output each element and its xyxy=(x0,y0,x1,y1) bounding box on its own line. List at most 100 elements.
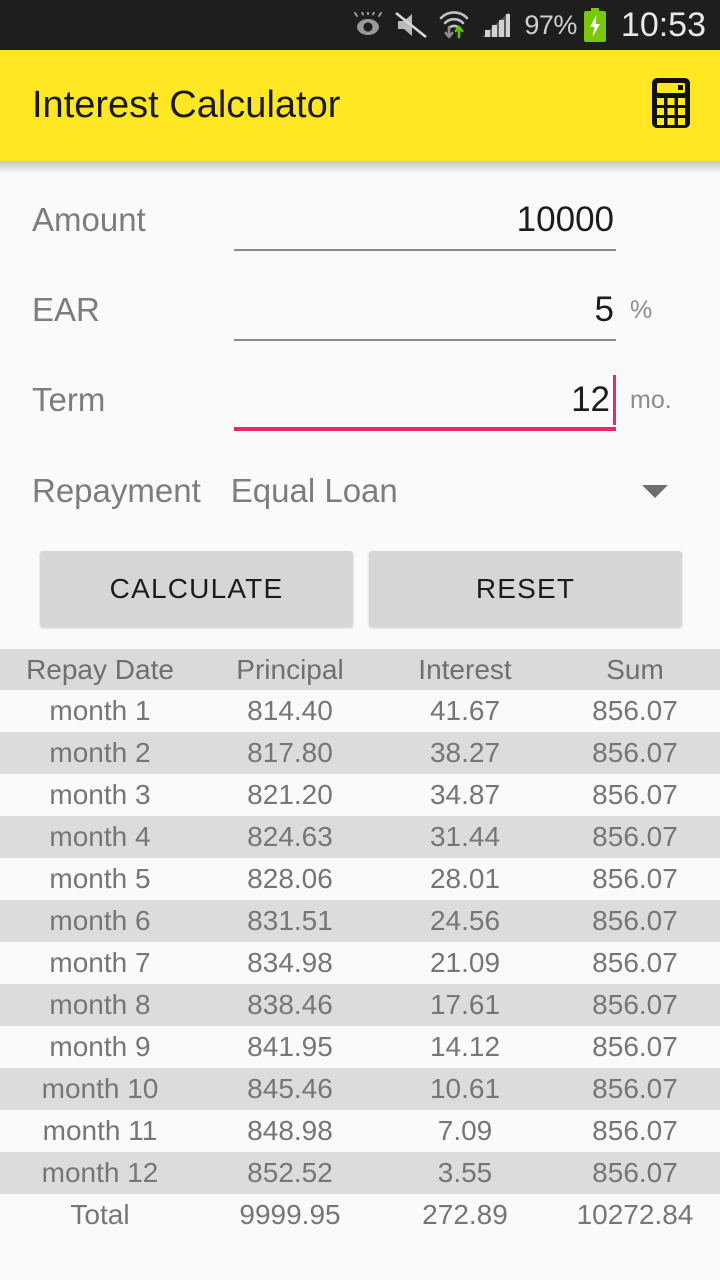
table-cell-sum: 856.07 xyxy=(592,1073,678,1104)
table-cell-interest: 38.27 xyxy=(429,737,501,768)
table-row[interactable]: month 10 845.46 10.61 856.07 xyxy=(0,1068,720,1110)
table-cell-principal: 841.95 xyxy=(247,1031,333,1062)
table-row[interactable]: month 12 852.52 3.55 856.07 xyxy=(0,1152,720,1194)
table-cell-sum: 856.07 xyxy=(592,737,678,768)
table-cell-date: month 1 xyxy=(49,695,151,726)
table-cell-principal: 848.98 xyxy=(247,1115,333,1146)
table-cell-sum: 856.07 xyxy=(592,863,678,894)
table-cell-sum: 856.07 xyxy=(592,1031,678,1062)
table-cell-date: month 5 xyxy=(49,863,151,894)
cellular-signal-icon xyxy=(481,11,511,39)
status-bar[interactable]: 97% 10:53 xyxy=(0,0,720,50)
table-cell-interest: 21.09 xyxy=(429,947,501,978)
table-cell-interest: 34.87 xyxy=(429,779,501,810)
field-row-term: Term 12 mo. xyxy=(32,355,688,445)
table-cell-date: month 2 xyxy=(49,737,151,768)
total-label: Total xyxy=(70,1199,130,1230)
table-cell-date: month 8 xyxy=(49,989,151,1020)
table-row[interactable]: month 5 828.06 28.01 856.07 xyxy=(0,858,720,900)
calculate-button[interactable]: CALCULATE xyxy=(40,551,353,627)
page-title: Interest Calculator xyxy=(32,84,341,126)
table-cell-date: month 6 xyxy=(49,905,151,936)
table-header-row: Repay Date Principal Interest Sum xyxy=(0,649,720,690)
table-cell-interest: 41.67 xyxy=(429,695,501,726)
table-cell-principal: 845.46 xyxy=(247,1073,333,1104)
header-sum: Sum xyxy=(606,653,664,685)
table-cell-sum: 856.07 xyxy=(592,1157,678,1188)
table-cell-sum: 856.07 xyxy=(592,1115,678,1146)
table-cell-principal: 838.46 xyxy=(247,989,333,1020)
app-bar-shadow xyxy=(0,161,720,173)
repayment-label: Repayment xyxy=(32,472,201,509)
amount-underline xyxy=(234,249,616,251)
table-cell-date: month 4 xyxy=(49,821,151,852)
table-body: month 1 814.40 41.67 856.07 month 2 817.80 38.… xyxy=(0,690,720,1194)
table-cell-sum: 856.07 xyxy=(592,695,678,726)
table-row[interactable]: month 11 848.98 7.09 856.07 xyxy=(0,1110,720,1152)
table-cell-date: month 12 xyxy=(41,1157,159,1188)
table-cell-sum: 856.07 xyxy=(592,905,678,936)
table-cell-interest: 24.56 xyxy=(429,905,501,936)
table-row[interactable]: month 6 831.51 24.56 856.07 xyxy=(0,900,720,942)
table-cell-interest: 7.09 xyxy=(437,1115,493,1146)
amortization-table[interactable]: Repay Date Principal Interest Sum month … xyxy=(0,649,720,1236)
term-value: 12 xyxy=(571,380,610,419)
table-cell-interest: 17.61 xyxy=(429,989,501,1020)
smart-stay-eye-icon xyxy=(353,12,383,38)
table-cell-principal: 831.51 xyxy=(247,905,333,936)
table-row[interactable]: month 4 824.63 31.44 856.07 xyxy=(0,816,720,858)
table-total-row: Total 9999.95 272.89 10272.84 xyxy=(0,1194,720,1236)
ear-value: 5 xyxy=(594,290,614,329)
chevron-down-icon xyxy=(642,484,668,498)
reset-button[interactable]: RESET xyxy=(369,551,682,627)
action-button-row: CALCULATE RESET xyxy=(32,537,688,649)
total-interest: 272.89 xyxy=(422,1199,508,1230)
battery-charging-icon xyxy=(583,8,607,42)
field-row-amount: Amount 10000 xyxy=(32,175,688,265)
table-cell-principal: 821.20 xyxy=(247,779,333,810)
table-cell-date: month 10 xyxy=(41,1073,159,1104)
table-cell-interest: 14.12 xyxy=(429,1031,501,1062)
table-cell-date: month 11 xyxy=(42,1115,158,1146)
header-repay-date: Repay Date xyxy=(26,653,174,685)
table-row[interactable]: month 3 821.20 34.87 856.07 xyxy=(0,774,720,816)
term-input[interactable]: 12 xyxy=(234,369,616,431)
table-row[interactable]: month 9 841.95 14.12 856.07 xyxy=(0,1026,720,1068)
table-cell-sum: 856.07 xyxy=(592,821,678,852)
header-principal: Principal xyxy=(236,653,344,685)
table-row[interactable]: month 8 838.46 17.61 856.07 xyxy=(0,984,720,1026)
field-row-ear: EAR 5 % xyxy=(32,265,688,355)
table-row[interactable]: month 7 834.98 21.09 856.07 xyxy=(0,942,720,984)
table-cell-sum: 856.07 xyxy=(592,989,678,1020)
ear-label: EAR xyxy=(32,291,100,328)
header-interest: Interest xyxy=(418,653,512,685)
table-cell-date: month 7 xyxy=(49,947,151,978)
total-principal: 9999.95 xyxy=(239,1199,341,1230)
table-cell-interest: 10.61 xyxy=(429,1073,501,1104)
ear-input[interactable]: 5 xyxy=(234,279,616,341)
text-cursor xyxy=(613,375,616,425)
amount-label: Amount xyxy=(32,201,146,238)
table-cell-principal: 817.80 xyxy=(247,737,333,768)
table-cell-principal: 852.52 xyxy=(247,1157,333,1188)
table-row[interactable]: month 2 817.80 38.27 856.07 xyxy=(0,732,720,774)
calculator-icon[interactable] xyxy=(650,77,692,134)
amount-value: 10000 xyxy=(516,200,614,239)
table-cell-principal: 834.98 xyxy=(247,947,333,978)
term-label: Term xyxy=(32,381,106,418)
input-form: Amount 10000 EAR 5 % Term 12 mo. Repayme… xyxy=(0,161,720,649)
table-cell-sum: 856.07 xyxy=(592,779,678,810)
table-row[interactable]: month 1 814.40 41.67 856.07 xyxy=(0,690,720,732)
battery-percent-label: 97% xyxy=(524,9,577,40)
table-cell-date: month 9 xyxy=(49,1031,151,1062)
table-cell-sum: 856.07 xyxy=(592,947,678,978)
table-cell-principal: 824.63 xyxy=(247,821,333,852)
term-suffix-months: mo. xyxy=(630,385,672,414)
amount-input[interactable]: 10000 xyxy=(234,189,616,251)
repayment-selected-value: Equal Loan xyxy=(230,472,398,509)
ear-underline xyxy=(234,339,616,341)
table-cell-principal: 814.40 xyxy=(247,695,333,726)
repayment-dropdown[interactable]: Repayment Equal Loan xyxy=(32,445,688,537)
status-bar-clock: 10:53 xyxy=(620,5,706,44)
table-cell-date: month 3 xyxy=(49,779,151,810)
